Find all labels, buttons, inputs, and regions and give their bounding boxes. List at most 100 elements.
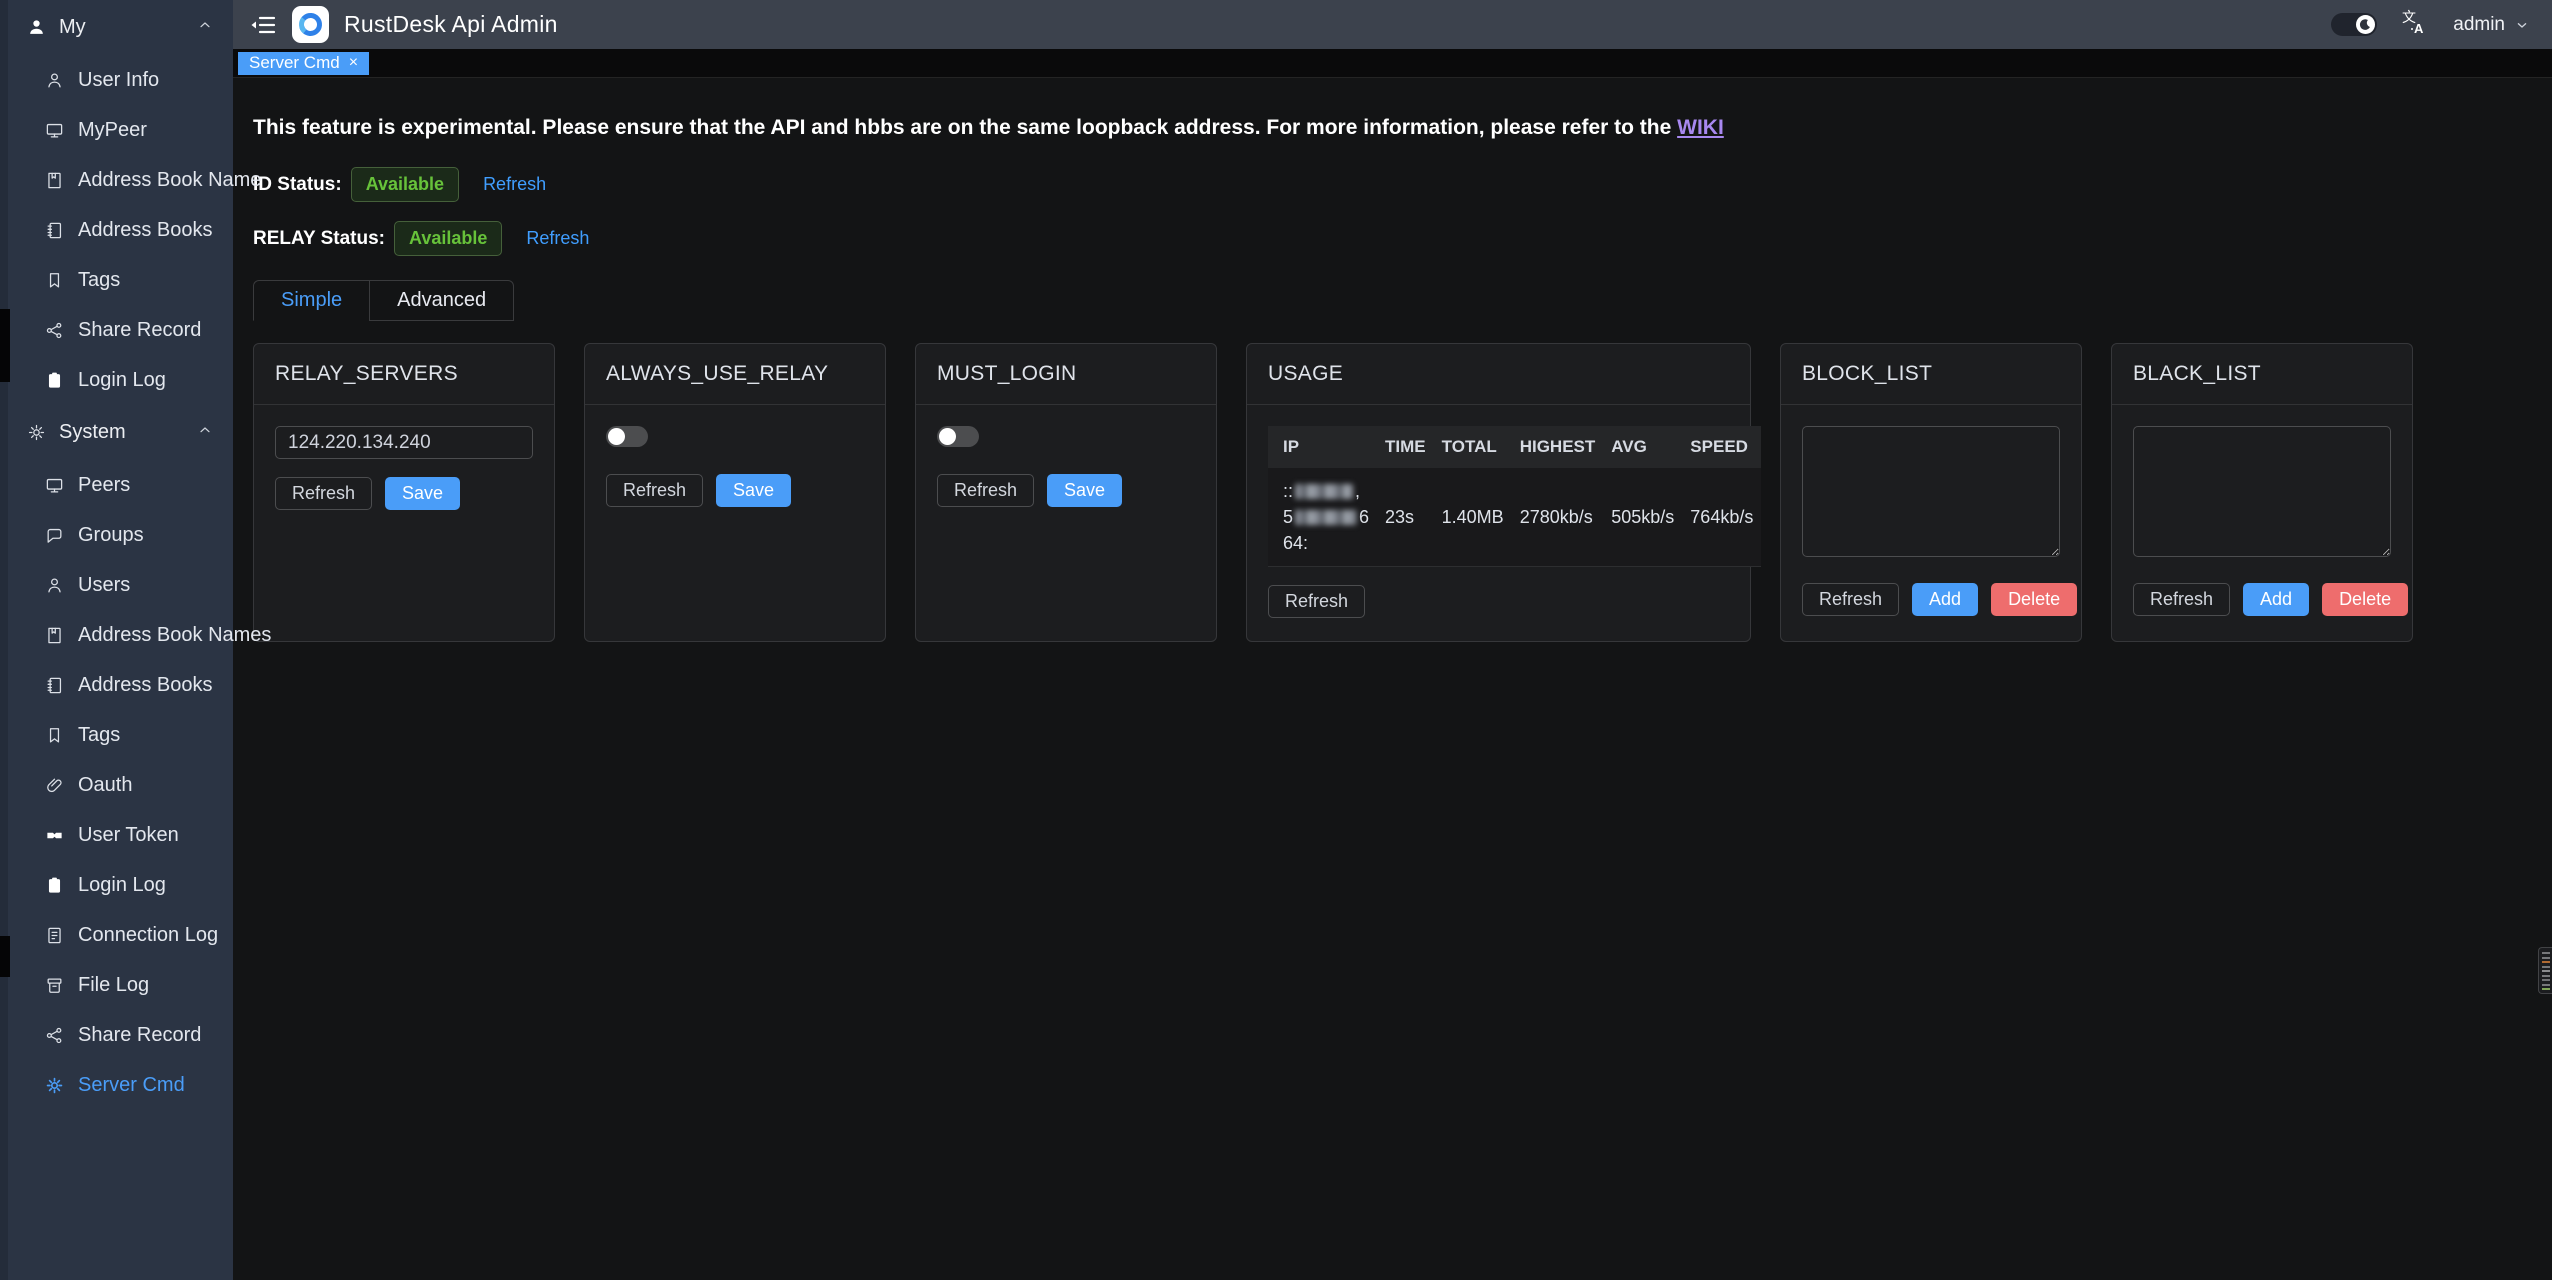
sidebar-item-login-log-system[interactable]: Login Log [0, 860, 233, 910]
sidebar-item-share-record[interactable]: Share Record [0, 305, 233, 355]
black-list-textarea[interactable] [2133, 426, 2391, 557]
sidebar-item-tags[interactable]: Tags [0, 255, 233, 305]
sidebar-item-user-info[interactable]: User Info [0, 55, 233, 105]
card-usage: USAGE IP TIME TOTAL HIGHEST AVG SPEED [1246, 343, 1751, 642]
sidebar-item-mypeer[interactable]: MyPeer [0, 105, 233, 155]
sidebar-group-my[interactable]: My [0, 0, 233, 55]
notebook-icon [45, 676, 64, 695]
share-icon [45, 321, 64, 340]
chevron-up-icon [197, 17, 213, 38]
sidebar-item-oauth[interactable]: Oauth [0, 760, 233, 810]
block-list-textarea[interactable] [1802, 426, 2060, 557]
close-icon[interactable]: × [349, 55, 358, 71]
wiki-link[interactable]: WIKI [1677, 116, 1724, 139]
card-title: ALWAYS_USE_RELAY [606, 362, 864, 386]
minimap-artifact [2538, 947, 2552, 994]
column-header-total: TOTAL [1434, 426, 1512, 468]
card-title: BLOCK_LIST [1802, 362, 2060, 386]
save-button[interactable]: Save [716, 474, 791, 507]
sidebar-item-login-log[interactable]: Login Log [0, 355, 233, 405]
card-title: BLACK_LIST [2133, 362, 2391, 386]
person-outline-icon [45, 576, 64, 595]
user-menu[interactable]: admin [2453, 14, 2530, 36]
chevron-up-icon [197, 422, 213, 443]
chevron-down-icon [2514, 17, 2530, 33]
usage-table: IP TIME TOTAL HIGHEST AVG SPEED ::, [1268, 426, 1761, 567]
tab-simple[interactable]: Simple [253, 280, 370, 321]
column-header-avg: AVG [1603, 426, 1682, 468]
save-button[interactable]: Save [1047, 474, 1122, 507]
refresh-button[interactable]: Refresh [1802, 583, 1899, 616]
refresh-button[interactable]: Refresh [2133, 583, 2230, 616]
refresh-button[interactable]: Refresh [1268, 585, 1365, 618]
sidebar-group-system[interactable]: System [0, 405, 233, 460]
column-header-speed: SPEED [1682, 426, 1761, 468]
usage-ip-cell: ::, 56 64: [1268, 468, 1377, 567]
sidebar-item-file-log[interactable]: File Log [0, 960, 233, 1010]
sidebar-item-share-record-system[interactable]: Share Record [0, 1010, 233, 1060]
bookmark-icon [45, 271, 64, 290]
sidebar-item-server-cmd[interactable]: Server Cmd [0, 1060, 233, 1110]
sidebar-item-address-book-names[interactable]: Address Book Names [0, 610, 233, 660]
column-header-ip: IP [1268, 426, 1377, 468]
usage-avg-cell: 505kb/s [1603, 468, 1682, 567]
tab-server-cmd[interactable]: Server Cmd × [238, 52, 369, 75]
monitor-icon [45, 121, 64, 140]
translate-icon[interactable]: 文 A [2401, 9, 2429, 40]
refresh-button[interactable]: Refresh [606, 474, 703, 507]
sidebar-item-address-books-system[interactable]: Address Books [0, 660, 233, 710]
relay-status-label: RELAY Status: [253, 228, 385, 250]
delete-button[interactable]: Delete [1991, 583, 2077, 616]
usage-highest-cell: 2780kb/s [1512, 468, 1604, 567]
sidebar-item-address-book-name[interactable]: Address Book Name [0, 155, 233, 205]
moon-icon [2356, 15, 2375, 34]
sidebar-item-user-token[interactable]: User Token [0, 810, 233, 860]
sidebar-item-peers[interactable]: Peers [0, 460, 233, 510]
column-header-highest: HIGHEST [1512, 426, 1604, 468]
clipboard-icon [45, 371, 64, 390]
archive-icon [45, 976, 64, 995]
add-button[interactable]: Add [2243, 583, 2309, 616]
sidebar-item-connection-log[interactable]: Connection Log [0, 910, 233, 960]
always-use-relay-toggle[interactable] [606, 426, 648, 447]
card-must-login: MUST_LOGIN Refresh Save [915, 343, 1217, 642]
refresh-button[interactable]: Refresh [275, 477, 372, 510]
gear-icon [27, 423, 46, 442]
tab-strip: Server Cmd × [233, 49, 2552, 78]
sidebar-item-groups[interactable]: Groups [0, 510, 233, 560]
relay-status-badge: Available [394, 221, 502, 256]
book-icon [45, 171, 64, 190]
username: admin [2453, 14, 2505, 36]
relay-servers-input[interactable] [275, 426, 533, 459]
relay-status-refresh-link[interactable]: Refresh [526, 228, 589, 249]
refresh-button[interactable]: Refresh [937, 474, 1034, 507]
sidebar: My User Info MyPeer Address Book Name Ad… [0, 0, 233, 1280]
add-button[interactable]: Add [1912, 583, 1978, 616]
clipboard-icon [45, 876, 64, 895]
id-status-row: ID Status: Available Refresh [253, 167, 2552, 202]
dark-mode-toggle[interactable] [2331, 13, 2377, 36]
sidebar-item-tags-system[interactable]: Tags [0, 710, 233, 760]
menu-fold-icon[interactable] [250, 14, 276, 36]
tab-advanced[interactable]: Advanced [369, 280, 514, 321]
document-icon [45, 926, 64, 945]
id-status-label: ID Status: [253, 174, 342, 196]
usage-speed-cell: 764kb/s [1682, 468, 1761, 567]
settings-cards: RELAY_SERVERS Refresh Save ALWAYS_USE_RE… [253, 343, 2552, 642]
experimental-warning: This feature is experimental. Please ens… [253, 116, 2552, 140]
sidebar-item-address-books[interactable]: Address Books [0, 205, 233, 255]
must-login-toggle[interactable] [937, 426, 979, 447]
column-header-time: TIME [1377, 426, 1434, 468]
save-button[interactable]: Save [385, 477, 460, 510]
svg-text:A: A [2414, 21, 2424, 35]
id-status-refresh-link[interactable]: Refresh [483, 174, 546, 195]
sidebar-item-users[interactable]: Users [0, 560, 233, 610]
tab-label: Server Cmd [249, 53, 340, 73]
main-content: This feature is experimental. Please ens… [233, 78, 2552, 1280]
monitor-icon [45, 476, 64, 495]
share-icon [45, 1026, 64, 1045]
notebook-icon [45, 221, 64, 240]
delete-button[interactable]: Delete [2322, 583, 2408, 616]
id-status-badge: Available [351, 167, 459, 202]
rustdesk-logo [292, 6, 329, 43]
